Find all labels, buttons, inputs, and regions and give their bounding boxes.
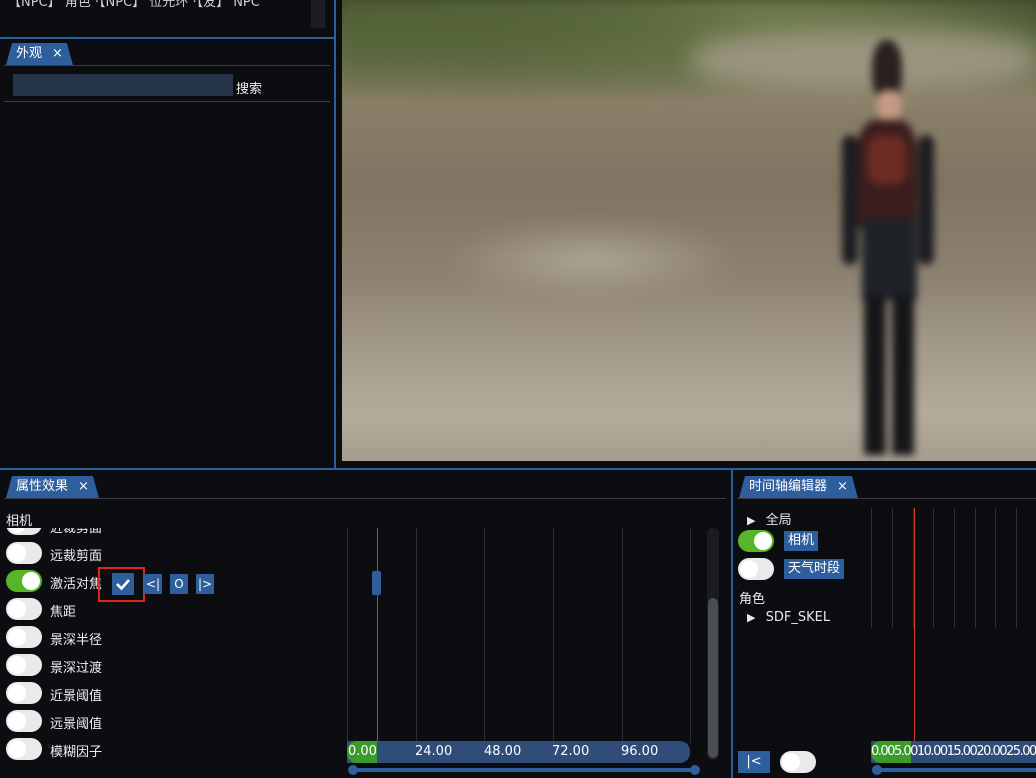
- toggle-dof-radius[interactable]: [6, 626, 42, 648]
- grid-line: [690, 528, 691, 743]
- grid-line: [933, 508, 934, 628]
- horizontal-scrollbar[interactable]: [350, 768, 698, 772]
- grid-line: [1016, 508, 1017, 628]
- close-icon[interactable]: ×: [837, 479, 848, 494]
- top-left-panel: 【NPC】 角色 ·【NPC】 位光环 ·【友】 NPC: [0, 0, 333, 36]
- toggle-key-button[interactable]: O: [170, 574, 188, 594]
- toggle-dof-transition[interactable]: [6, 654, 42, 676]
- search-input[interactable]: [13, 74, 233, 96]
- grid-line: [622, 528, 623, 743]
- property-label: 焦距: [50, 605, 77, 620]
- close-icon[interactable]: ×: [52, 46, 63, 61]
- playhead[interactable]: [914, 508, 915, 758]
- timeline-panel: 时间轴编辑器 × ▶ 全局 相机 天气时段 角色 ▶ SDF_SKEL |< 0.…: [733, 470, 1036, 778]
- scroll-handle-right[interactable]: [690, 765, 700, 775]
- go-to-first-button[interactable]: |<: [738, 751, 770, 773]
- tab-properties-label: 属性效果: [16, 479, 69, 494]
- property-label: 模糊因子: [50, 745, 103, 760]
- grid-line: [347, 528, 348, 743]
- camera-label[interactable]: 相机: [784, 531, 818, 551]
- tree-item-label: SDF_SKEL: [765, 610, 831, 625]
- keyframe-track[interactable]: [347, 528, 692, 758]
- tab-underline: [4, 65, 330, 66]
- time-ruler[interactable]: 0.00 24.00 48.00 72.00 96.00: [347, 741, 690, 763]
- ruler-label: 96.00: [621, 744, 659, 759]
- toggle-loop[interactable]: [780, 751, 816, 773]
- timeline-ruler[interactable]: 0.005.0010.0015.0020.0025.0030.0035.00: [871, 741, 1036, 763]
- top-left-header-text: 【NPC】 角色 ·【NPC】 位光环 ·【友】 NPC: [8, 0, 260, 10]
- vertical-divider: [334, 0, 336, 468]
- tab-timeline-label: 时间轴编辑器: [749, 479, 828, 494]
- weather-label[interactable]: 天气时段: [784, 559, 844, 579]
- scene-rocks: [442, 220, 742, 300]
- grid-line: [975, 508, 976, 628]
- toggle-blur-factor[interactable]: [6, 738, 42, 760]
- next-key-button[interactable]: |>: [196, 574, 214, 594]
- grid-line: [995, 508, 996, 628]
- scroll-handle-left[interactable]: [348, 765, 358, 775]
- scrollbar-thumb[interactable]: [708, 598, 718, 758]
- character-figure[interactable]: [842, 40, 942, 461]
- tab-underline: [4, 498, 726, 499]
- role-header: 角色: [739, 592, 766, 607]
- toggle-focal-length[interactable]: [6, 598, 42, 620]
- tab-appearance[interactable]: 外观 ×: [6, 43, 73, 65]
- toggle-far-clip[interactable]: [6, 542, 42, 564]
- ruler-label: 72.00: [552, 744, 590, 759]
- property-label: 近景阈值: [50, 689, 103, 704]
- tree-item-global[interactable]: ▶ 全局: [747, 509, 792, 528]
- vertical-scrollbar[interactable]: [707, 528, 719, 760]
- toggle-weather[interactable]: [738, 558, 774, 580]
- property-label: 激活对焦: [50, 577, 103, 592]
- scroll-handle-left[interactable]: [872, 765, 882, 775]
- horizontal-scrollbar[interactable]: [874, 768, 1036, 772]
- property-label: 景深过渡: [50, 661, 103, 676]
- grid-line: [871, 508, 872, 628]
- search-button[interactable]: 搜索: [236, 78, 262, 97]
- toggle-near-clip[interactable]: [6, 528, 42, 535]
- scene-viewport[interactable]: [342, 0, 1036, 461]
- ruler-label: 48.00: [484, 744, 522, 759]
- grid-line: [553, 528, 554, 743]
- tab-properties[interactable]: 属性效果 ×: [6, 476, 99, 498]
- playhead[interactable]: [377, 528, 378, 758]
- property-list: 近裁剪面 远裁剪面 激活对焦 焦距 景深半径 景深过渡 近景阈值 远景阈值 模糊…: [0, 528, 340, 778]
- section-title-camera: 相机: [6, 514, 33, 529]
- grid-line: [416, 528, 417, 743]
- tree-item-label: 全局: [765, 513, 792, 528]
- grid-line: [954, 508, 955, 628]
- appearance-panel: 外观 × 搜索: [0, 39, 333, 467]
- timeline-track[interactable]: [871, 508, 1036, 758]
- grid-line: [484, 528, 485, 743]
- property-label: 远景阈值: [50, 717, 103, 732]
- triangle-right-icon: ▶: [747, 514, 756, 527]
- top-left-scrollbar[interactable]: [311, 0, 325, 28]
- search-underline: [4, 101, 330, 102]
- toggle-far-threshold[interactable]: [6, 710, 42, 732]
- tree-item-skeleton[interactable]: ▶ SDF_SKEL: [747, 610, 830, 625]
- ruler-label: 0.00: [348, 744, 377, 759]
- close-icon[interactable]: ×: [78, 479, 89, 494]
- grid-line: [892, 508, 893, 628]
- tab-underline: [737, 498, 1036, 499]
- toggle-activate-focus[interactable]: [6, 570, 42, 592]
- highlight-box: [98, 567, 145, 602]
- property-label: 景深半径: [50, 633, 103, 648]
- property-label: 近裁剪面: [50, 528, 103, 536]
- keyframe-marker[interactable]: [372, 571, 381, 595]
- toggle-near-threshold[interactable]: [6, 682, 42, 704]
- triangle-right-icon: ▶: [747, 611, 756, 624]
- tab-timeline[interactable]: 时间轴编辑器 ×: [739, 476, 858, 498]
- properties-panel: 属性效果 × 相机 近裁剪面 远裁剪面 激活对焦 焦距 景深半径 景深过渡 近景…: [0, 470, 728, 778]
- ruler-label: 0.005.0010.0015.0020.0025.0030.0035.00: [871, 744, 1036, 759]
- prev-key-button[interactable]: <|: [144, 574, 162, 594]
- tab-appearance-label: 外观: [16, 46, 43, 61]
- toggle-camera[interactable]: [738, 530, 774, 552]
- ruler-label: 24.00: [415, 744, 453, 759]
- property-label: 远裁剪面: [50, 549, 103, 564]
